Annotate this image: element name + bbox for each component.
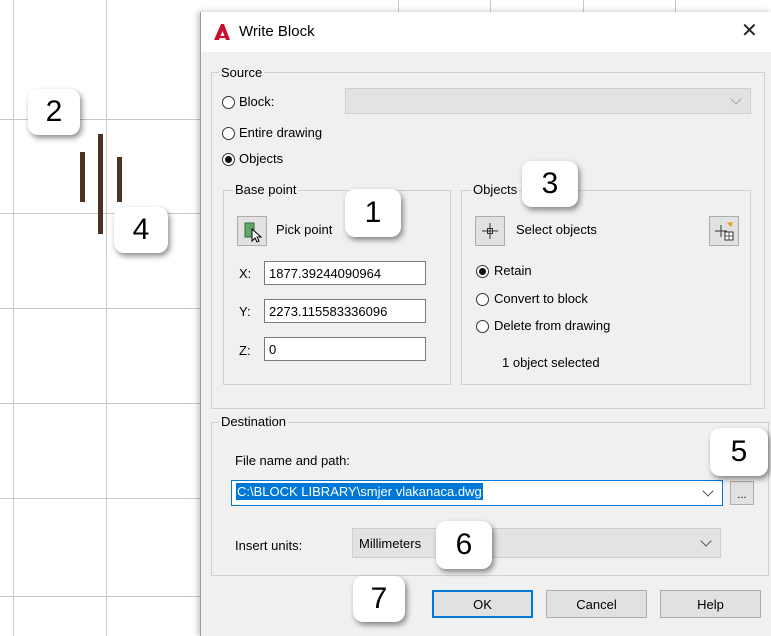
objects-group-label: Objects [471,182,520,197]
y-field[interactable] [264,299,426,323]
x-field[interactable] [264,261,426,285]
block-radio-label[interactable]: Block: [239,94,274,109]
insert-units-label: Insert units: [235,538,303,553]
entire-drawing-radio[interactable] [222,127,235,140]
block-radio[interactable] [222,96,235,109]
pick-point-label[interactable]: Pick point [276,222,332,237]
pick-point-button[interactable] [237,216,267,246]
file-path-combo[interactable]: C:\BLOCK LIBRARY\smjer vlakanaca.dwg [231,480,723,506]
pick-point-icon [244,222,263,243]
retain-radio[interactable] [476,265,489,278]
base-point-group-label: Base point [233,182,299,197]
grid-line [106,0,107,636]
file-path-value[interactable]: C:\BLOCK LIBRARY\smjer vlakanaca.dwg [236,483,483,500]
insert-units-value: Millimeters [359,536,422,551]
browse-label: ... [737,489,747,501]
block-line-middle[interactable] [98,134,103,234]
quick-select-button[interactable] [709,216,739,246]
autocad-icon [214,24,230,40]
delete-from-drawing-radio[interactable] [476,320,489,333]
block-dropdown[interactable] [345,88,751,114]
block-line-right[interactable] [117,157,122,202]
dialog-title: Write Block [239,23,315,40]
cancel-button[interactable]: Cancel [546,590,647,618]
delete-from-drawing-label[interactable]: Delete from drawing [494,318,610,333]
chevron-down-icon[interactable] [702,485,714,497]
retain-label[interactable]: Retain [494,263,532,278]
quick-select-icon [715,222,734,241]
select-objects-button[interactable] [475,216,505,246]
callout-4: 4 [114,207,168,253]
close-icon[interactable]: ✕ [741,18,758,43]
browse-button[interactable]: ... [730,481,754,505]
entire-drawing-label[interactable]: Entire drawing [239,125,322,140]
callout-5: 5 [710,428,768,476]
crosshair-icon [482,223,498,239]
callout-6: 6 [436,521,492,569]
source-group-label: Source [219,65,265,80]
grid-line [13,0,14,636]
title-bar[interactable]: Write Block ✕ [201,12,771,52]
callout-1: 1 [345,189,401,237]
selection-status: 1 object selected [502,355,600,370]
x-label: X: [239,266,252,281]
block-line-left[interactable] [80,152,85,202]
callout-7: 7 [353,576,405,622]
insert-units-dropdown[interactable]: Millimeters [352,528,721,558]
help-button[interactable]: Help [660,590,761,618]
z-label: Z: [239,343,251,358]
z-field[interactable] [264,337,426,361]
destination-group-label: Destination [219,414,289,429]
y-label: Y: [239,304,251,319]
convert-to-block-label[interactable]: Convert to block [494,291,588,306]
select-objects-label[interactable]: Select objects [516,222,597,237]
callout-3: 3 [522,161,578,207]
chevron-down-icon [700,535,712,547]
objects-radio[interactable] [222,153,235,166]
convert-to-block-radio[interactable] [476,293,489,306]
file-name-label: File name and path: [235,453,350,468]
ok-button[interactable]: OK [432,590,533,618]
objects-radio-label[interactable]: Objects [239,151,283,166]
chevron-down-icon [730,93,742,105]
callout-2: 2 [28,89,80,135]
